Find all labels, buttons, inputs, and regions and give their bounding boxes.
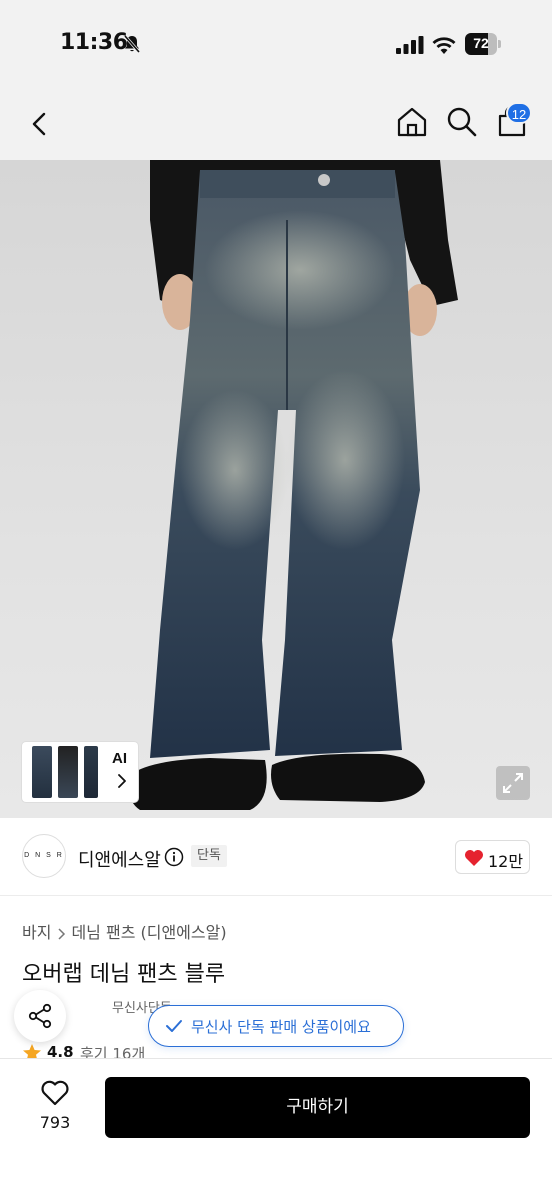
ai-label[interactable]: AI bbox=[112, 750, 127, 767]
breadcrumb: 바지 데님 팬츠 (디앤에스알) bbox=[22, 919, 231, 943]
wishlist-button[interactable]: 793 bbox=[24, 1077, 86, 1139]
chevron-left-icon[interactable] bbox=[22, 106, 58, 142]
top-navigation: 12 bbox=[0, 90, 552, 160]
breadcrumb-item-pants[interactable]: 바지 bbox=[22, 923, 51, 942]
signal-icon bbox=[396, 36, 424, 54]
product-image[interactable]: AI bbox=[0, 160, 552, 818]
breadcrumb-item-denim[interactable]: 데님 팬츠 (디앤에스알) bbox=[71, 923, 226, 942]
expand-icon[interactable] bbox=[496, 766, 530, 800]
share-button[interactable] bbox=[14, 990, 66, 1042]
wifi-icon bbox=[432, 37, 456, 54]
status-bar: 11:36 72 bbox=[0, 0, 552, 90]
bottom-action-bar: 793 구매하기 bbox=[0, 1058, 552, 1200]
battery-nub bbox=[498, 40, 501, 48]
brand-like-count: 12만 bbox=[488, 852, 524, 871]
chevron-right-icon bbox=[58, 927, 66, 940]
battery-level: 72 bbox=[473, 35, 489, 51]
bell-slash-icon bbox=[123, 35, 141, 53]
thumbnail-3[interactable] bbox=[84, 746, 98, 798]
info-icon[interactable] bbox=[164, 847, 184, 867]
heart-outline-icon bbox=[41, 1080, 69, 1106]
product-photo bbox=[128, 160, 458, 810]
brand-logo[interactable]: D N S R bbox=[22, 834, 66, 878]
exclusive-tag: 단독 bbox=[191, 845, 227, 867]
cart-count-badge: 12 bbox=[506, 102, 532, 124]
thumbnail-strip[interactable]: AI bbox=[22, 742, 138, 802]
wishlist-count: 793 bbox=[39, 1113, 71, 1132]
search-icon[interactable] bbox=[444, 104, 480, 140]
buy-button[interactable]: 구매하기 bbox=[105, 1077, 530, 1138]
check-icon bbox=[166, 1020, 182, 1032]
exclusive-notice: 무신사 단독 판매 상품이에요 bbox=[148, 1005, 404, 1047]
heart-icon bbox=[465, 850, 483, 866]
thumbnail-2[interactable] bbox=[58, 746, 78, 798]
battery-icon: 72 bbox=[465, 33, 501, 55]
brand-like-button[interactable]: 12만 bbox=[455, 840, 530, 874]
exclusive-notice-text: 무신사 단독 판매 상품이에요 bbox=[191, 1018, 371, 1036]
home-icon[interactable] bbox=[394, 104, 430, 140]
brand-row: D N S R 디앤에스알 단독 12만 bbox=[0, 818, 552, 896]
battery-body: 72 bbox=[465, 33, 497, 55]
chevron-right-icon[interactable] bbox=[116, 774, 128, 788]
share-icon bbox=[28, 1003, 52, 1029]
status-time: 11:36 bbox=[60, 30, 128, 55]
thumbnail-1[interactable] bbox=[32, 746, 52, 798]
brand-name[interactable]: 디앤에스알 bbox=[78, 846, 161, 872]
product-title: 오버랩 데님 팬츠 블루 bbox=[22, 962, 226, 987]
